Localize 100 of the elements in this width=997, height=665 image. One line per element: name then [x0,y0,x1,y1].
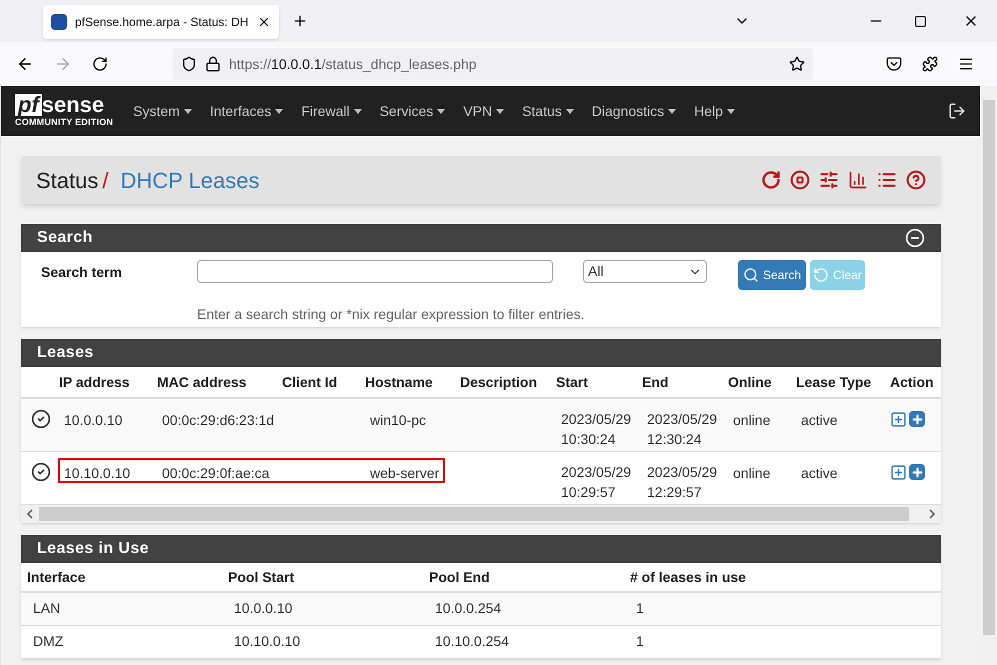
extensions-icon[interactable] [922,56,938,72]
stop-icon[interactable] [790,170,810,190]
scrollbar-thumb[interactable] [982,100,994,635]
logo-edition: COMMUNITY EDITION [15,116,114,128]
table-cell: DMZ [33,633,64,649]
caret-icon [566,108,574,114]
table-cell: 00:0c:29:0f:ae:ca [162,465,270,481]
column-header: Interface [26,568,86,586]
table-cell: 1 [636,633,644,649]
add-icon[interactable] [909,411,925,427]
caret-icon [184,108,192,114]
lock-icon [205,56,221,72]
nav-menu[interactable]: Services [380,100,446,122]
field-label: Search term [40,263,123,282]
column-header: Pool End [428,568,491,586]
table-cell: online [733,412,770,428]
nav-menu[interactable]: Interfaces [210,100,284,122]
nav-menu[interactable]: Firewall [301,100,362,122]
logo-mark: pf [15,94,42,116]
vertical-scrollbar[interactable] [980,86,997,665]
column-header: Pool Start [227,568,296,586]
logout-icon[interactable] [948,102,966,120]
nav-menu[interactable]: VPN [463,100,504,122]
column-header: Client Id [282,372,338,392]
column-header: IP address [59,372,131,392]
close-icon[interactable] [257,15,271,29]
panel-title: Leases [37,343,94,363]
list-icon[interactable] [877,170,897,190]
breadcrumb-separator: / [102,166,108,194]
menu-icon[interactable] [958,56,974,72]
column-header: Description [460,372,538,392]
sliders-icon[interactable] [819,170,839,190]
search-button[interactable]: Search [738,260,806,290]
filter-select[interactable]: All [583,260,707,283]
help-icon[interactable] [906,170,926,190]
help-text: Enter a search string or *nix regular expression to filter entries. [196,305,586,324]
table-cell: 00:0c:29:d6:23:1d [162,412,274,428]
nav-menu[interactable]: Status [522,100,574,122]
nav-menu[interactable]: System [133,100,192,122]
undo-icon [813,267,830,283]
caret-icon [275,108,284,114]
check-circle-icon [31,409,51,429]
column-header: MAC address [157,372,248,392]
table-cell: 10.0.0.10 [64,412,122,428]
table-cell: online [733,465,770,481]
breadcrumb-parent: Status [36,166,98,194]
address-field[interactable]: https://10.0.0.1/status_dhcp_leases.php [173,48,813,80]
breadcrumb-current[interactable]: DHCP Leases [120,164,260,196]
table-cell: 10.10.0.10 [64,465,130,481]
favicon [51,14,67,30]
column-header: End [642,372,670,392]
caret-icon [668,108,676,114]
horizontal-scrollbar[interactable] [21,505,941,523]
table-cell: web-server [370,465,440,481]
table-cell: win10-pc [370,412,426,428]
table-cell: 1 [636,600,644,616]
column-header: Start [556,372,589,392]
new-tab-icon[interactable] [292,13,308,29]
table-cell: LAN [33,600,60,616]
column-header: Hostname [365,372,434,392]
bookmark-star-icon[interactable] [789,56,805,72]
caret-icon [726,108,735,114]
column-header: # of leases in use [629,568,747,586]
maximize-icon[interactable] [914,14,927,28]
tab-title: pfSense.home.arpa - Status: DH [75,14,249,31]
check-circle-icon [31,462,51,482]
search-icon [743,267,759,283]
url-text: https://10.0.0.1/status_dhcp_leases.php [229,54,478,74]
table-cell: 10.10.0.254 [435,633,509,649]
shield-icon [181,56,197,72]
browser-tab[interactable]: pfSense.home.arpa - Status: DH [43,5,279,39]
reload-icon[interactable] [92,56,108,72]
column-header: Lease Type [796,372,872,392]
search-field[interactable] [197,260,553,283]
table-cell-text: 2023/05/29 10:29:57 [561,463,632,502]
nav-menu[interactable]: Diagnostics [592,100,676,122]
logo-word: sense [42,94,104,116]
restart-icon[interactable] [761,170,781,190]
table-cell: 10.0.0.10 [234,600,292,616]
back-icon[interactable] [16,55,34,73]
caret-icon [354,108,362,114]
pocket-icon[interactable] [886,56,902,72]
collapse-icon[interactable] [905,228,925,248]
table-cell: active [801,465,838,481]
caret-icon [496,108,504,114]
table-cell: 10.10.0.10 [234,633,300,649]
chart-icon[interactable] [848,170,868,190]
caret-icon [437,108,446,114]
column-header: Online [728,372,773,392]
scrollbar-thumb[interactable] [39,507,909,521]
panel-title: Search [37,228,93,248]
nav-menu[interactable]: Help [694,100,735,122]
table-cell-text: 2023/05/29 12:30:24 [647,410,718,449]
table-cell: 10.0.0.254 [435,600,502,616]
add-icon[interactable] [909,464,925,480]
panel-title: Leases in Use [37,539,149,559]
table-cell: active [801,412,838,428]
add-static-icon[interactable] [890,411,907,428]
table-cell-text: 2023/05/29 10:30:24 [561,410,632,449]
add-static-icon[interactable] [890,464,907,481]
